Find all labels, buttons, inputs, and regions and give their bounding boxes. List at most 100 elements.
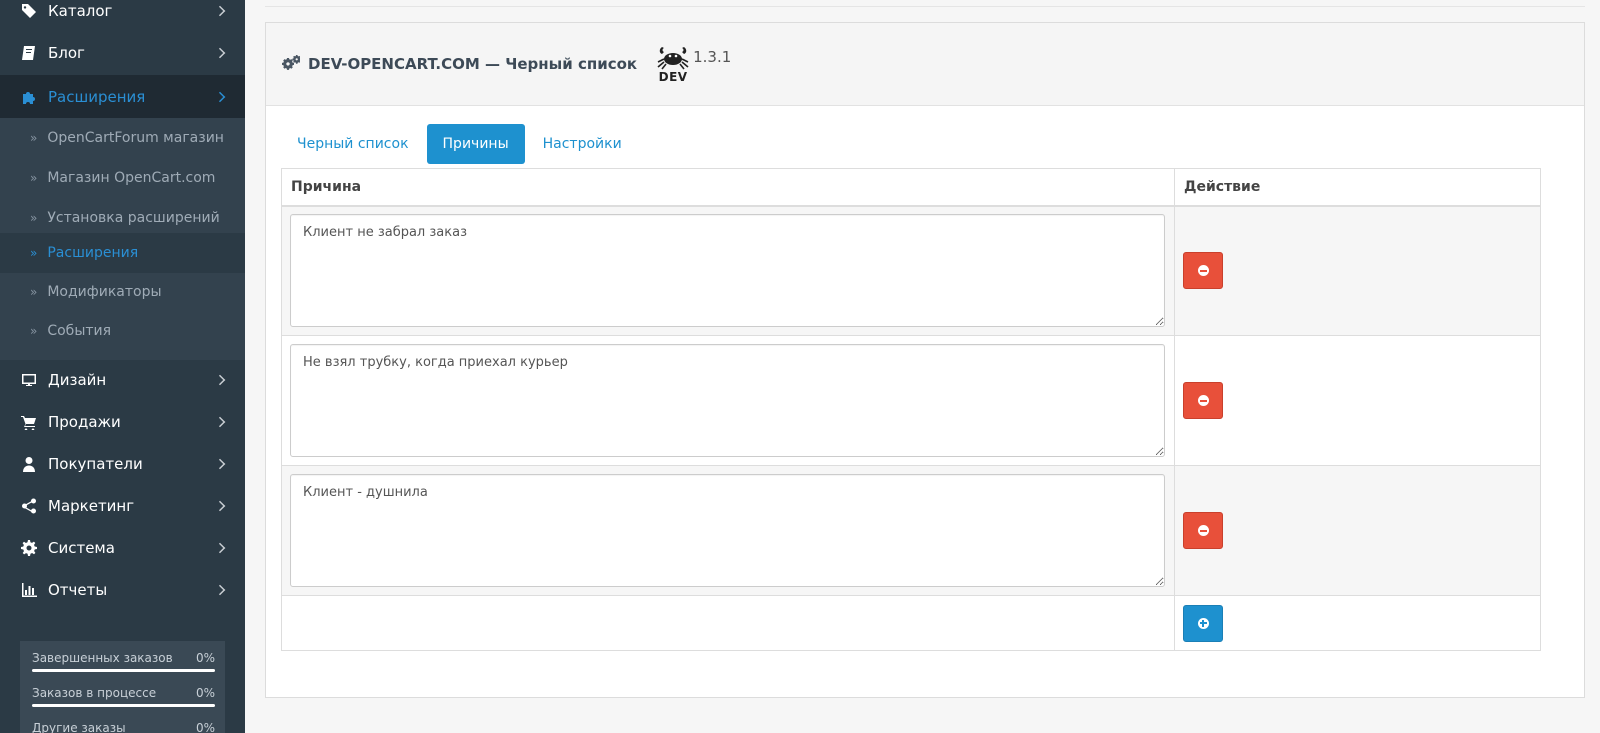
gear-icon (20, 539, 38, 557)
table-row: Клиент не забрал заказ (281, 205, 1541, 336)
reason-textarea[interactable]: Клиент не забрал заказ (290, 214, 1165, 328)
reason-cell: Не взял трубку, когда приехал курьер (281, 335, 1175, 466)
chevron-right-icon (214, 584, 226, 596)
stat-value: 0% (195, 651, 215, 665)
sidebar-submenu: » OpenCartForum магазин » Магазин OpenCa… (0, 118, 245, 360)
stat-processing: Заказов в процессе 0% (32, 686, 215, 721)
table-header: Причина Действие (281, 168, 1541, 207)
sidebar-item-extensions[interactable]: Расширения (0, 75, 245, 118)
tab-bar: Черный список Причины Настройки (281, 124, 640, 164)
submenu-item-install[interactable]: » Установка расширений (0, 198, 245, 238)
minus-circle-icon (1197, 395, 1209, 406)
sidebar-item-customers[interactable]: Покупатели (0, 443, 245, 485)
chevron-right-icon (214, 458, 226, 470)
sidebar-item-sales[interactable]: Продажи (0, 401, 245, 443)
progress-bar (32, 704, 215, 707)
tab-reasons[interactable]: Причины (426, 124, 525, 164)
submenu-item-opencart-store[interactable]: » Магазин OpenCart.com (0, 158, 245, 198)
chevron-right-icon (214, 416, 226, 428)
sidebar-item-label: Маркетинг (48, 497, 135, 515)
stat-label: Завершенных заказов (32, 651, 173, 665)
remove-reason-button[interactable] (1183, 512, 1223, 549)
sidebar-item-label: Дизайн (48, 371, 107, 389)
minus-circle-icon (1197, 265, 1209, 277)
tab-settings[interactable]: Настройки (527, 124, 638, 164)
sidebar-item-design[interactable]: Дизайн (0, 359, 245, 401)
double-chevron-icon: » (30, 171, 38, 185)
reason-textarea[interactable]: Не взял трубку, когда приехал курьер (290, 344, 1165, 457)
cogs-icon (282, 55, 302, 73)
version-label: 1.3.1 (693, 48, 732, 66)
sidebar-item-label: Система (48, 539, 115, 557)
submenu-item-label: Установка расширений (47, 210, 220, 226)
submenu-item-label: События (47, 323, 112, 339)
order-stats: Завершенных заказов 0% Заказов в процессе… (20, 641, 225, 733)
sidebar-item-label: Расширения (48, 87, 146, 106)
reason-cell: Клиент не забрал заказ (281, 205, 1175, 336)
submenu-item-modifications[interactable]: » Модификаторы (0, 272, 245, 312)
table-row: Не взял трубку, когда приехал курьер (281, 335, 1541, 466)
remove-reason-button[interactable] (1183, 252, 1223, 290)
sidebar-item-reports[interactable]: Отчеты (0, 569, 245, 611)
progress-bar (32, 669, 215, 672)
submenu-item-label: Модификаторы (47, 284, 162, 300)
sidebar-item-blog[interactable]: Блог (0, 32, 245, 74)
stat-value: 0% (195, 686, 215, 700)
double-chevron-icon: » (30, 324, 38, 338)
panel-heading: DEV-OPENCART.COM — Черный список DEV 1.3… (266, 23, 1584, 106)
submenu-item-label: OpenCartForum магазин (47, 130, 224, 146)
remove-reason-button[interactable] (1183, 382, 1223, 419)
monitor-icon (20, 371, 38, 389)
sidebar-item-label: Каталог (48, 2, 113, 20)
submenu-item-opencartforum[interactable]: » OpenCartForum магазин (0, 118, 245, 158)
sidebar-item-marketing[interactable]: Маркетинг (0, 485, 245, 527)
double-chevron-icon: » (30, 211, 38, 225)
plus-circle-icon (1197, 617, 1209, 629)
sidebar-item-label: Продажи (48, 413, 121, 431)
action-cell (1174, 335, 1541, 466)
chevron-right-icon (214, 374, 226, 386)
double-chevron-icon: » (30, 246, 38, 260)
reason-textarea[interactable]: Клиент - душнила (290, 474, 1165, 587)
chevron-right-icon (214, 47, 226, 59)
chevron-right-icon (214, 542, 226, 554)
submenu-item-label: Расширения (47, 245, 139, 261)
cart-icon (20, 413, 38, 431)
submenu-item-extensions[interactable]: » Расширения (0, 233, 245, 273)
sidebar-item-catalog[interactable]: Каталог (0, 0, 245, 32)
user-icon (20, 455, 38, 473)
reasons-table: Причина Действие Клиент не забрал заказ … (281, 168, 1541, 651)
chevron-right-icon (214, 5, 226, 17)
action-cell (1174, 205, 1541, 336)
column-header-action: Действие (1174, 168, 1541, 207)
logo-text: DEV (658, 70, 688, 84)
chevron-right-icon (214, 500, 226, 512)
minus-circle-icon (1197, 525, 1209, 536)
double-chevron-icon: » (30, 131, 38, 145)
sidebar-item-label: Блог (48, 44, 85, 62)
add-reason-button[interactable] (1183, 604, 1223, 642)
tab-blacklist[interactable]: Черный список (281, 124, 425, 164)
reason-cell: Клиент - душнила (281, 465, 1175, 596)
stat-value: 0% (195, 721, 215, 733)
sidebar: Каталог Блог Расширения » OpenCartForum … (0, 0, 245, 733)
content-panel: DEV-OPENCART.COM — Черный список DEV 1.3… (265, 22, 1585, 698)
table-row: Клиент - душнила (281, 465, 1541, 596)
sidebar-item-label: Отчеты (48, 581, 108, 599)
double-chevron-icon: » (30, 285, 38, 299)
stat-label: Другие заказы (32, 721, 126, 733)
stat-completed: Завершенных заказов 0% (32, 651, 215, 686)
crab-icon (657, 47, 689, 70)
submenu-item-events[interactable]: » События (0, 311, 245, 351)
dev-logo: DEV (655, 43, 691, 85)
tag-icon (20, 2, 38, 20)
top-divider (265, 0, 1585, 7)
chevron-right-icon (214, 91, 226, 102)
stat-label: Заказов в процессе (32, 686, 157, 700)
share-icon (20, 497, 38, 515)
empty-cell (281, 595, 1175, 651)
sidebar-item-system[interactable]: Система (0, 527, 245, 569)
stat-other: Другие заказы 0% (32, 721, 215, 733)
page-title: DEV-OPENCART.COM — Черный список (308, 55, 638, 73)
table-footer-row (281, 595, 1541, 651)
